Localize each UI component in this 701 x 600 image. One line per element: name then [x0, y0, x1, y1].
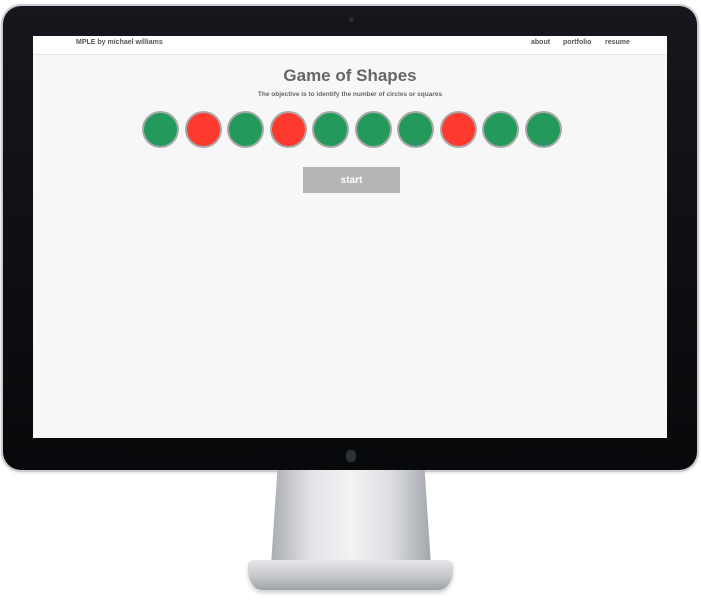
- shape-circle: [439, 111, 477, 148]
- shape-circle: [397, 111, 434, 148]
- nav-link-resume[interactable]: resume: [605, 39, 630, 46]
- page-title: Game of Shapes: [283, 66, 417, 85]
- camera-icon: [349, 17, 354, 22]
- page-subtitle: The objective is to identify the number …: [257, 91, 443, 98]
- nav-link-about[interactable]: about: [531, 39, 550, 46]
- screen: MPLE by michael williams about portfolio…: [33, 36, 667, 438]
- monitor-stand: [271, 470, 431, 565]
- shape-circle: [524, 111, 562, 148]
- shape-circle: [354, 111, 392, 148]
- shape-row: [142, 111, 562, 149]
- apple-logo-icon: [346, 450, 356, 462]
- shape-circle: [482, 111, 519, 148]
- start-button[interactable]: start: [303, 167, 400, 193]
- shape-circle: [184, 111, 222, 148]
- navbar: MPLE by michael williams about portfolio…: [33, 36, 667, 55]
- monitor-mockup: MPLE by michael williams about portfolio…: [0, 0, 701, 600]
- shape-circle: [269, 111, 307, 148]
- brand-link[interactable]: MPLE by michael williams: [76, 39, 163, 46]
- monitor-stand-base: [248, 560, 453, 590]
- shape-circle: [312, 111, 349, 148]
- shape-circle: [142, 111, 179, 148]
- shape-circle: [227, 111, 264, 148]
- nav-link-portfolio[interactable]: portfolio: [563, 39, 591, 46]
